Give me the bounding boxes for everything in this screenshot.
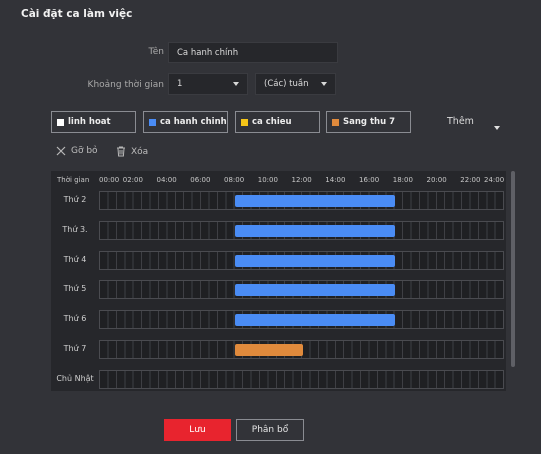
delete-button[interactable]: Xóa xyxy=(116,146,148,157)
name-input[interactable]: Ca hanh chính xyxy=(168,42,338,63)
schedule-grid: Thời gian 00:00 02:00 04:00 06:00 08:00 10:00… xyxy=(51,171,506,391)
time-tick: 08:00 xyxy=(224,176,245,184)
save-label: Lưu xyxy=(189,425,206,435)
name-label: Tên xyxy=(148,47,164,57)
day-timeline[interactable] xyxy=(99,191,504,210)
close-icon xyxy=(56,146,66,156)
scrollbar[interactable] xyxy=(511,171,515,367)
shift-type-label: linh hoat xyxy=(68,117,111,127)
shift-type-linh-hoat[interactable]: linh hoat xyxy=(51,111,136,133)
shift-bar[interactable] xyxy=(235,344,303,356)
day-timeline[interactable] xyxy=(99,280,504,300)
day-timeline[interactable] xyxy=(99,310,504,330)
period-select[interactable]: 1 xyxy=(168,73,248,95)
add-label: Thêm xyxy=(447,116,474,127)
day-label: Thứ 7 xyxy=(63,344,87,353)
unit-value: (Các) tuần xyxy=(264,79,309,89)
assign-label: Phân bổ xyxy=(251,425,289,435)
shift-type-label: Sang thu 7 xyxy=(343,117,395,127)
shift-type-ca-hanh-chinh[interactable]: ca hanh chinh xyxy=(143,111,228,133)
chevron-down-icon[interactable] xyxy=(494,126,500,130)
shift-bar[interactable] xyxy=(235,224,396,237)
day-timeline[interactable] xyxy=(99,340,504,359)
color-swatch-icon xyxy=(241,118,248,126)
shift-type-label: ca chieu xyxy=(252,117,292,127)
time-tick: 00:00 xyxy=(99,176,120,184)
time-tick: 04:00 xyxy=(156,176,177,184)
time-tick: 20:00 xyxy=(426,176,447,184)
day-label: Thứ 6 xyxy=(63,314,87,324)
day-label: Chủ Nhật xyxy=(56,373,94,383)
shift-type-label: ca hanh chinh xyxy=(160,117,227,127)
color-swatch-icon xyxy=(332,118,339,126)
time-tick: 02:00 xyxy=(122,176,143,184)
time-tick: 12:00 xyxy=(291,176,312,184)
period-value: 1 xyxy=(177,79,183,89)
day-label: Thứ 3. xyxy=(62,224,88,234)
color-swatch-icon xyxy=(149,118,156,126)
day-label: Thứ 5 xyxy=(63,284,87,294)
color-swatch-icon xyxy=(57,118,64,126)
dialog-title: Cài đặt ca làm việc xyxy=(21,8,133,20)
delete-label: Xóa xyxy=(131,146,149,157)
day-timeline[interactable] xyxy=(99,220,504,240)
clear-label: Gỡ bỏ xyxy=(71,146,98,156)
time-tick: 14:00 xyxy=(325,176,346,184)
save-button[interactable]: Lưu xyxy=(164,419,231,441)
time-tick: 16:00 xyxy=(359,176,380,184)
time-header: Thời gian xyxy=(57,176,90,184)
add-shift-dropdown[interactable]: Thêm xyxy=(447,116,474,127)
time-tick: 22:00 xyxy=(460,176,481,184)
shift-bar[interactable] xyxy=(235,254,396,267)
clear-button[interactable]: Gỡ bỏ xyxy=(56,146,98,156)
day-label: Thứ 2 xyxy=(63,195,87,204)
assign-button[interactable]: Phân bổ xyxy=(236,419,304,441)
time-tick: 06:00 xyxy=(190,176,211,184)
day-timeline[interactable] xyxy=(99,369,504,389)
day-timeline[interactable] xyxy=(99,250,504,270)
chevron-down-icon xyxy=(321,82,327,86)
period-label: Khoảng thời gian xyxy=(87,80,164,90)
shift-type-ca-chieu[interactable]: ca chieu xyxy=(235,111,320,133)
day-label: Thứ 4 xyxy=(63,254,87,264)
shift-bar[interactable] xyxy=(235,284,396,297)
time-tick: 10:00 xyxy=(257,176,278,184)
trash-icon xyxy=(117,146,125,157)
shift-bar[interactable] xyxy=(235,195,396,207)
shift-bar[interactable] xyxy=(235,314,396,327)
time-tick: 24:00 xyxy=(484,176,505,184)
unit-select[interactable]: (Các) tuần xyxy=(255,73,336,95)
shift-type-sang-thu-7[interactable]: Sang thu 7 xyxy=(326,111,411,133)
time-tick: 18:00 xyxy=(392,176,413,184)
chevron-down-icon xyxy=(233,82,239,86)
